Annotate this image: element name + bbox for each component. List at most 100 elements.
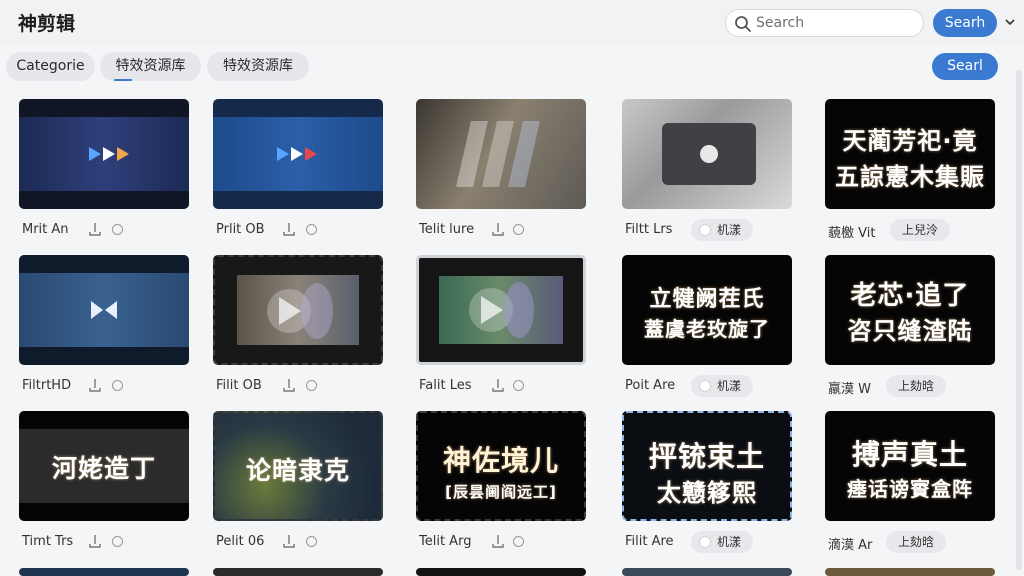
card-meta: Poit Are 机漾 (625, 375, 795, 397)
thumb-subcaption: [辰昙阃阎远工] (445, 483, 557, 501)
card-thumbnail[interactable]: 搏声真土 瘗话谤賨盒阵 (825, 411, 995, 521)
download-icon[interactable] (283, 534, 295, 548)
card-thumbnail-partial[interactable] (213, 568, 383, 576)
card-title: Filit Are (625, 534, 674, 549)
thumb-caption: 搏声真土 (851, 438, 968, 471)
card-thumbnail[interactable]: 论暗隶克 (213, 411, 383, 521)
card-thumbnail[interactable] (416, 255, 586, 365)
filter-chip-effects-2[interactable]: 特效资源库 (207, 52, 309, 81)
secondary-search-button[interactable]: Searl (932, 53, 998, 80)
favorite-toggle[interactable] (112, 224, 123, 235)
search-box[interactable] (725, 9, 924, 37)
play-overlay-icon (267, 283, 333, 339)
card-thumbnail[interactable]: 神佐境儿 [辰昙阃阎远工] (416, 411, 586, 521)
card-thumbnail[interactable] (416, 99, 586, 209)
card-title: 滴漠 Ar (828, 538, 873, 553)
card-title: Filtt Lrs (625, 222, 673, 237)
card-meta: Filit Are 机漾 (625, 531, 795, 553)
favorite-toggle[interactable] (306, 224, 317, 235)
thumb-caption: 天蔺芳祀·竟 (842, 127, 978, 155)
scrollbar[interactable] (1016, 70, 1022, 570)
card-title: 羸漠 W (828, 382, 871, 397)
thumb-subcaption: 五諒憲木集賑 (835, 163, 985, 191)
thumb-caption: 河姥造丁 (51, 454, 156, 483)
thumb-caption: 抨铳束土 (648, 440, 765, 473)
apply-button[interactable]: 上兒泠 (890, 219, 951, 241)
apply-button[interactable]: 上劾晗 (886, 375, 947, 397)
thumb-subcaption: 瘗话谤賨盒阵 (847, 477, 973, 501)
download-icon[interactable] (283, 222, 295, 236)
favorite-toggle[interactable] (513, 224, 524, 235)
use-toggle[interactable]: 机漾 (691, 531, 754, 553)
play-arrows-icon (89, 147, 129, 161)
download-icon[interactable] (89, 222, 101, 236)
favorite-toggle[interactable] (513, 380, 524, 391)
thumb-subcaption: 咨只缝渣陆 (847, 317, 973, 345)
favorite-toggle[interactable] (306, 380, 317, 391)
card-title: Falit Les (419, 378, 472, 393)
thumb-caption: 论暗隶克 (245, 456, 350, 485)
download-icon[interactable] (89, 378, 101, 392)
download-icon[interactable] (492, 378, 504, 392)
card-meta: Mrit An (22, 219, 192, 241)
card-thumbnail[interactable] (213, 255, 383, 365)
favorite-toggle[interactable] (112, 536, 123, 547)
card-thumbnail[interactable]: 抨铳束土 太戆簃熙 (622, 411, 792, 521)
download-icon[interactable] (492, 534, 504, 548)
favorite-toggle[interactable] (306, 536, 317, 547)
card-thumbnail[interactable]: 河姥造丁 (19, 411, 189, 521)
app-title: 神剪辑 (18, 13, 76, 35)
play-arrows-icon (277, 147, 317, 161)
card-title: Pelit 06 (216, 534, 265, 549)
card-thumbnail-partial[interactable] (622, 568, 792, 576)
card-title: Timt Trs (22, 534, 74, 549)
favorite-toggle[interactable] (112, 380, 123, 391)
download-icon[interactable] (492, 222, 504, 236)
thumb-caption: 神佐境儿 (442, 444, 559, 477)
card-thumbnail[interactable]: 立犍阙茬氏 蓋虞老玫旋了 (622, 255, 792, 365)
use-toggle[interactable]: 机漾 (691, 375, 754, 397)
card-thumbnail[interactable] (19, 99, 189, 209)
card-meta: Timt Trs (22, 531, 192, 553)
filter-chip-categories[interactable]: Categorie (6, 52, 95, 81)
card-thumbnail[interactable]: 老芯·追了 咨只缝渣陆 (825, 255, 995, 365)
use-toggle[interactable]: 机漾 (691, 219, 754, 241)
card-meta: Telit Arg (419, 531, 589, 553)
card-meta: Pelit 06 (216, 531, 386, 553)
card-meta: FiltrtHD (22, 375, 192, 397)
bowtie-icon (91, 301, 117, 319)
card-thumbnail-partial[interactable] (19, 568, 189, 576)
card-meta: 羸漠 W 上劾晗 (828, 375, 998, 397)
card-meta: Telit lure (419, 219, 589, 241)
card-title: 藐檄 Vit (828, 226, 876, 241)
download-icon[interactable] (283, 378, 295, 392)
search-icon (735, 16, 751, 32)
card-title: Telit Arg (419, 534, 472, 549)
top-bar: 神剪辑 Searh (0, 0, 1024, 44)
chevron-down-icon[interactable] (1004, 16, 1016, 28)
download-icon[interactable] (89, 534, 101, 548)
card-thumbnail[interactable] (622, 99, 792, 209)
card-meta: Filtt Lrs 机漾 (625, 219, 795, 241)
card-thumbnail[interactable] (213, 99, 383, 209)
thumb-caption: 立犍阙茬氏 (649, 287, 765, 312)
card-title: Filit OB (216, 378, 262, 393)
card-meta: 藐檄 Vit 上兒泠 (828, 219, 998, 241)
card-thumbnail-partial[interactable] (825, 568, 995, 576)
card-meta: Prlit OB (216, 219, 386, 241)
record-button-icon (662, 123, 756, 185)
filter-chip-effects-1[interactable]: 特效资源库 (100, 52, 201, 81)
card-meta: 滴漠 Ar 上劾晗 (828, 531, 998, 553)
card-title: FiltrtHD (22, 378, 72, 393)
card-thumbnail[interactable] (19, 255, 189, 365)
card-title: Mrit An (22, 222, 69, 237)
thumb-caption: 老芯·追了 (850, 281, 970, 311)
card-thumbnail-partial[interactable] (416, 568, 586, 576)
card-thumbnail[interactable]: 天蔺芳祀·竟 五諒憲木集賑 (825, 99, 995, 209)
favorite-toggle[interactable] (513, 536, 524, 547)
search-button[interactable]: Searh (933, 9, 997, 37)
card-title: Poit Are (625, 378, 676, 393)
search-input[interactable] (756, 13, 916, 33)
play-overlay-icon (469, 282, 534, 338)
apply-button[interactable]: 上劾晗 (886, 531, 947, 553)
